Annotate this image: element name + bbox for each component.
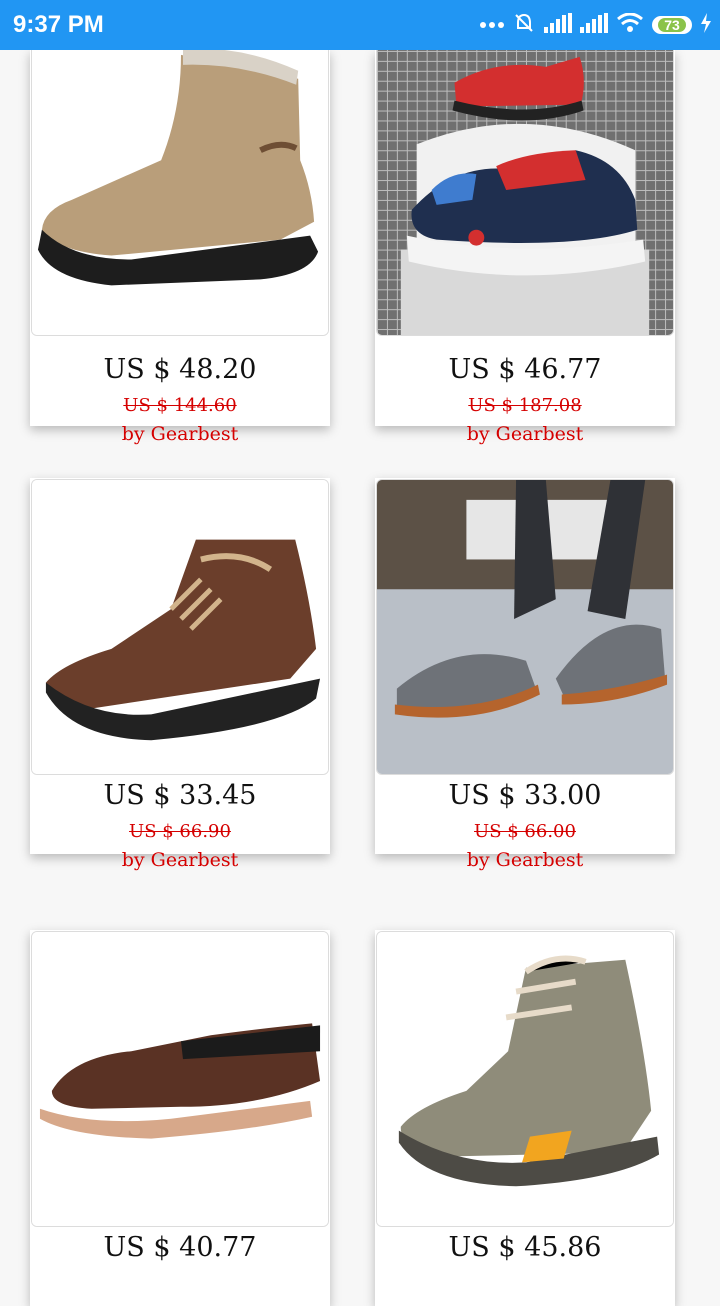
signal-icon [544,12,572,38]
gray-oxfords-image [377,480,673,774]
original-price: US $ 66.00 [474,821,576,842]
seller-label: by Gearbest [121,849,239,871]
product-image[interactable] [31,479,329,775]
seller-label: by Gearbest [466,423,584,445]
original-price: US $ 66.90 [129,821,231,842]
product-card[interactable]: US $ 45.86 [375,930,675,1306]
brown-boot-image [32,480,328,774]
product-feed: US $ 48.20 US $ 144.60 by Gearbest US $ … [0,0,720,1306]
tan-boot-image [32,41,328,335]
product-image[interactable] [31,40,329,336]
more-icon [480,16,504,34]
wifi-icon [616,12,644,38]
original-price: US $ 144.60 [123,395,237,416]
battery-icon: 73 [652,16,692,34]
product-price: US $ 46.77 [448,354,602,385]
charging-icon [700,12,712,38]
alarm-off-icon [512,11,536,40]
product-image[interactable] [376,931,674,1227]
product-card[interactable]: US $ 33.45 US $ 66.90 by Gearbest [30,478,330,871]
product-image[interactable] [31,931,329,1227]
product-image[interactable] [376,40,674,336]
signal-icon [580,12,608,38]
product-card[interactable]: US $ 33.00 US $ 66.00 by Gearbest [375,478,675,871]
product-price: US $ 33.00 [448,780,602,811]
status-time: 9:37 PM [13,11,104,38]
seller-label: by Gearbest [466,849,584,871]
sneakers-image [377,41,673,335]
gray-hiking-boot-image [377,932,673,1226]
product-image[interactable] [376,479,674,775]
product-price: US $ 45.86 [448,1232,602,1263]
brown-loafer-image [32,932,328,1226]
product-card[interactable]: US $ 48.20 US $ 144.60 by Gearbest [30,40,330,445]
product-card[interactable]: US $ 46.77 US $ 187.08 by Gearbest [375,40,675,445]
product-price: US $ 40.77 [103,1232,257,1263]
seller-label: by Gearbest [121,423,239,445]
status-bar: 9:37 PM 73 [0,0,720,50]
status-icons: 73 [480,12,712,38]
product-card[interactable]: US $ 40.77 [30,930,330,1306]
battery-level: 73 [658,18,686,32]
product-price: US $ 48.20 [103,354,257,385]
original-price: US $ 187.08 [468,395,582,416]
product-price: US $ 33.45 [103,780,257,811]
